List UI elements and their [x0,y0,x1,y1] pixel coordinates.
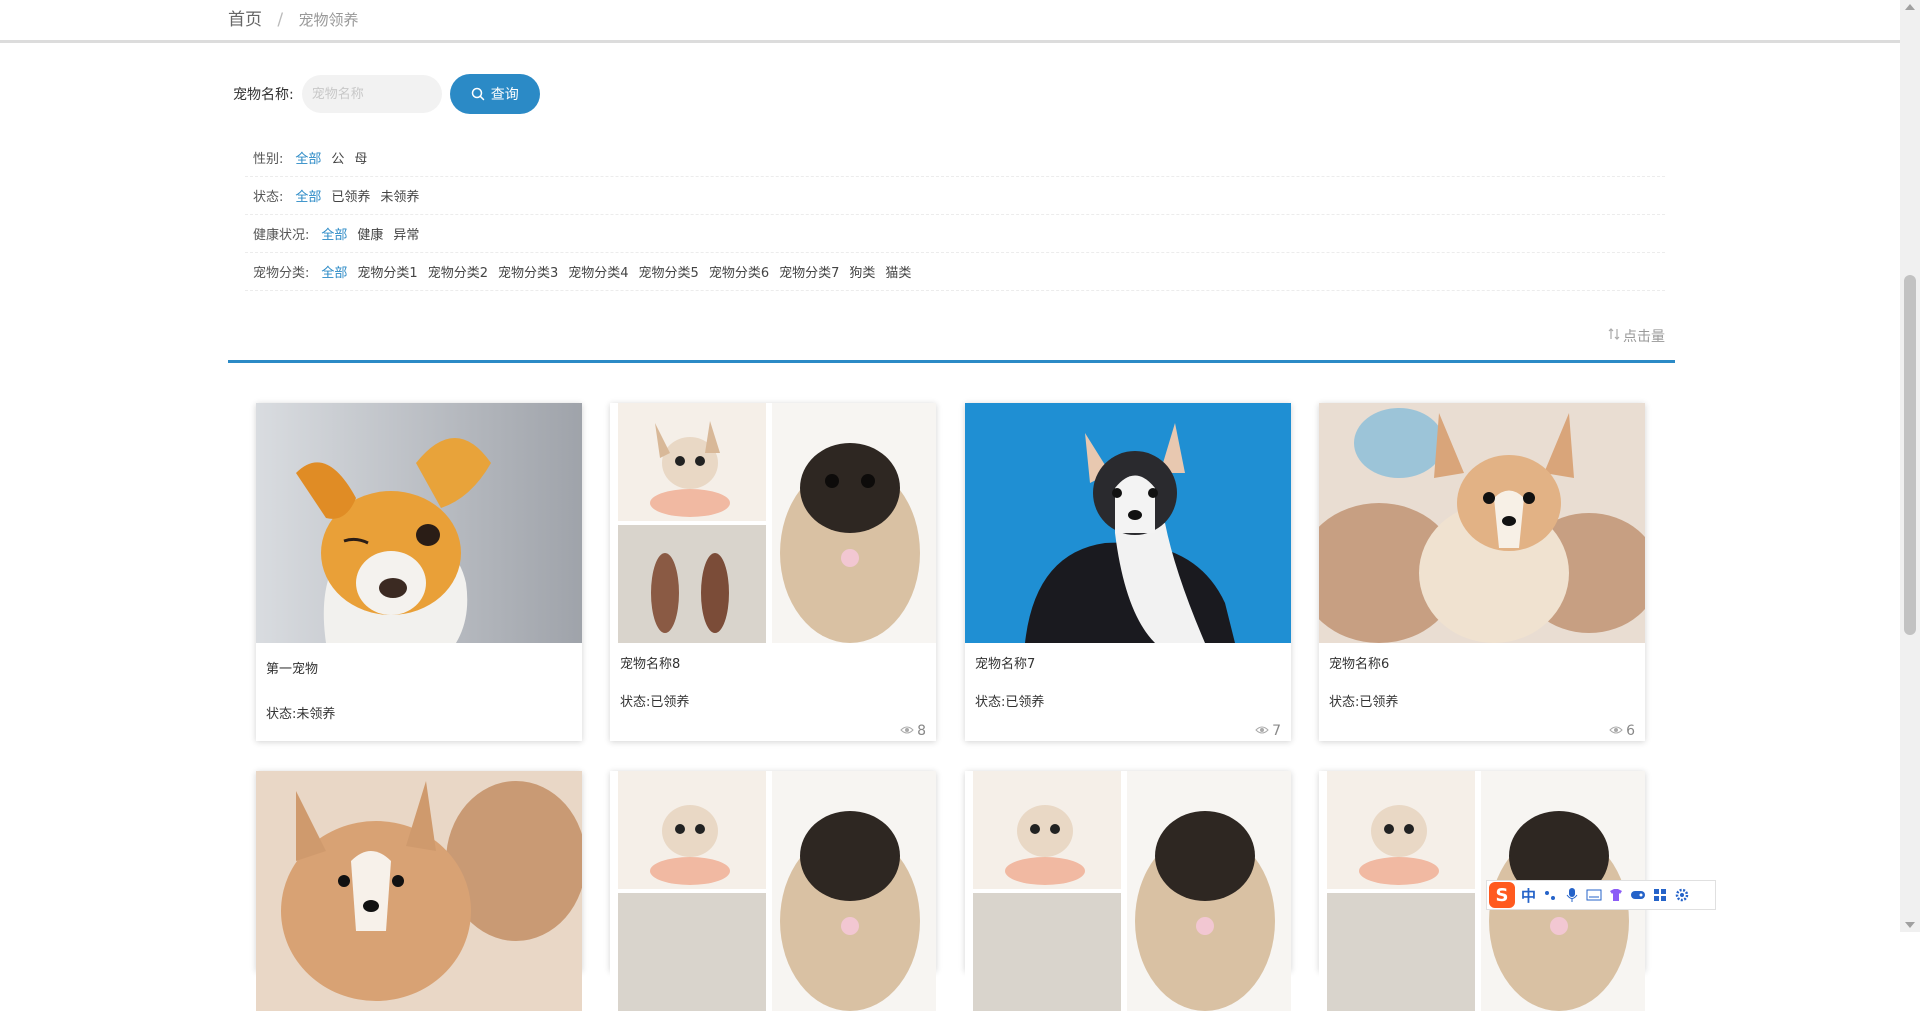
filter-label: 性别: [253,152,284,167]
filter-option[interactable]: 宠物分类1 [357,262,417,281]
filter-option[interactable]: 猫类 [885,262,911,281]
filter-option[interactable]: 全部 [295,148,321,167]
pet-name: 宠物名称8 [620,657,681,672]
filter-option[interactable]: 宠物分类7 [779,262,839,281]
sogou-logo-icon[interactable]: S [1489,882,1515,908]
filter-option[interactable]: 宠物分类5 [639,262,699,281]
breadcrumb-separator: / [277,10,284,30]
pet-name: 第一宠物 [266,662,319,677]
pet-card[interactable] [256,771,582,1011]
filter-option[interactable]: 宠物分类4 [568,262,628,281]
filter-option[interactable]: 宠物分类2 [428,262,488,281]
filter-option[interactable]: 全部 [295,186,321,205]
breadcrumb-current: 宠物领养 [298,11,359,29]
search-row: 宠物名称: 查询 [233,74,540,114]
pet-photo [965,771,1291,1011]
pet-name: 宠物名称7 [975,657,1036,672]
breadcrumb-bar: 首页 / 宠物领养 [0,0,1900,43]
microphone-icon[interactable] [1564,887,1580,903]
filter-label: 健康状况: [253,228,310,243]
skin-icon[interactable] [1608,887,1624,903]
scroll-down-arrow-icon[interactable] [1905,922,1915,928]
filter-option[interactable]: 公 [331,148,344,167]
gamepad-icon[interactable] [1630,887,1646,903]
pet-card[interactable] [1319,771,1645,1011]
pet-card[interactable]: 第一宠物 状态:未领养 [256,403,582,741]
filter-option[interactable]: 未领养 [380,186,419,205]
filter-label: 宠物分类: [253,266,310,281]
pet-photo [256,403,582,643]
pet-card[interactable] [965,771,1291,1011]
filter-panel: 性别: 全部 公 母 状态: 全部 已领养 未领养 健康状况: 全部 健康 异常… [245,139,1665,291]
filter-option[interactable]: 全部 [321,262,347,281]
filter-label: 状态: [253,190,284,205]
sort-by-clicks[interactable]: 点击量 [1608,326,1665,346]
pet-photo [1319,403,1645,643]
sort-label: 点击量 [1623,329,1665,345]
pet-card[interactable]: 宠物名称7 状态:已领养 7 [965,403,1291,741]
pet-status: 状态:已领养 [1329,695,1399,710]
search-label: 宠物名称: [233,87,294,103]
pet-card[interactable]: 宠物名称6 状态:已领养 6 [1319,403,1645,741]
page-scrollbar[interactable] [1900,0,1920,932]
pet-status: 状态:已领养 [620,695,690,710]
ime-mode-indicator[interactable]: 中 [1521,885,1536,906]
scroll-up-arrow-icon[interactable] [1905,4,1915,10]
pet-status: 状态:未领养 [266,707,336,722]
pet-card[interactable] [610,771,936,1011]
view-count: 7 [1255,723,1281,739]
search-icon [471,87,485,101]
pet-name-search-input[interactable] [301,75,442,113]
filter-option[interactable]: 异常 [393,224,419,243]
eye-icon [1609,723,1623,739]
pet-photo [610,771,936,1011]
pet-photo [965,403,1291,643]
sort-bar: 点击量 [228,320,1675,363]
filter-option[interactable]: 已领养 [331,186,370,205]
keyboard-icon[interactable] [1586,887,1602,903]
pet-card[interactable]: 宠物名称8 状态:已领养 8 [610,403,936,741]
filter-row-status: 状态: 全部 已领养 未领养 [245,177,1665,215]
breadcrumb-home-link[interactable]: 首页 [228,10,262,30]
filter-option[interactable]: 宠物分类3 [498,262,558,281]
settings-gear-icon[interactable] [1674,887,1690,903]
pet-photo [610,403,936,643]
filter-option[interactable]: 全部 [321,224,347,243]
sort-icon [1608,328,1620,344]
view-count-value: 6 [1626,723,1635,739]
filter-row-health: 健康状况: 全部 健康 异常 [245,215,1665,253]
breadcrumb: 首页 / 宠物领养 [228,5,359,30]
filter-option[interactable]: 母 [354,148,367,167]
filter-option[interactable]: 狗类 [849,262,875,281]
filter-option[interactable]: 宠物分类6 [709,262,769,281]
ime-toolbar: S 中 [1486,880,1716,910]
pet-photo [256,771,582,1011]
pet-status: 状态:已领养 [975,695,1045,710]
eye-icon [1255,723,1269,739]
punctuation-icon[interactable] [1542,887,1558,903]
scroll-thumb[interactable] [1904,275,1916,635]
view-count-value: 8 [917,723,926,739]
filter-option[interactable]: 健康 [357,224,383,243]
view-count-value: 7 [1272,723,1281,739]
apps-grid-icon[interactable] [1652,887,1668,903]
pet-name: 宠物名称6 [1329,657,1390,672]
search-button-label: 查询 [490,86,519,102]
view-count: 8 [900,723,926,739]
view-count: 6 [1609,723,1635,739]
filter-row-gender: 性别: 全部 公 母 [245,139,1665,177]
filter-row-category: 宠物分类: 全部 宠物分类1 宠物分类2 宠物分类3 宠物分类4 宠物分类5 宠… [245,253,1665,291]
search-button[interactable]: 查询 [449,74,540,114]
eye-icon [900,723,914,739]
